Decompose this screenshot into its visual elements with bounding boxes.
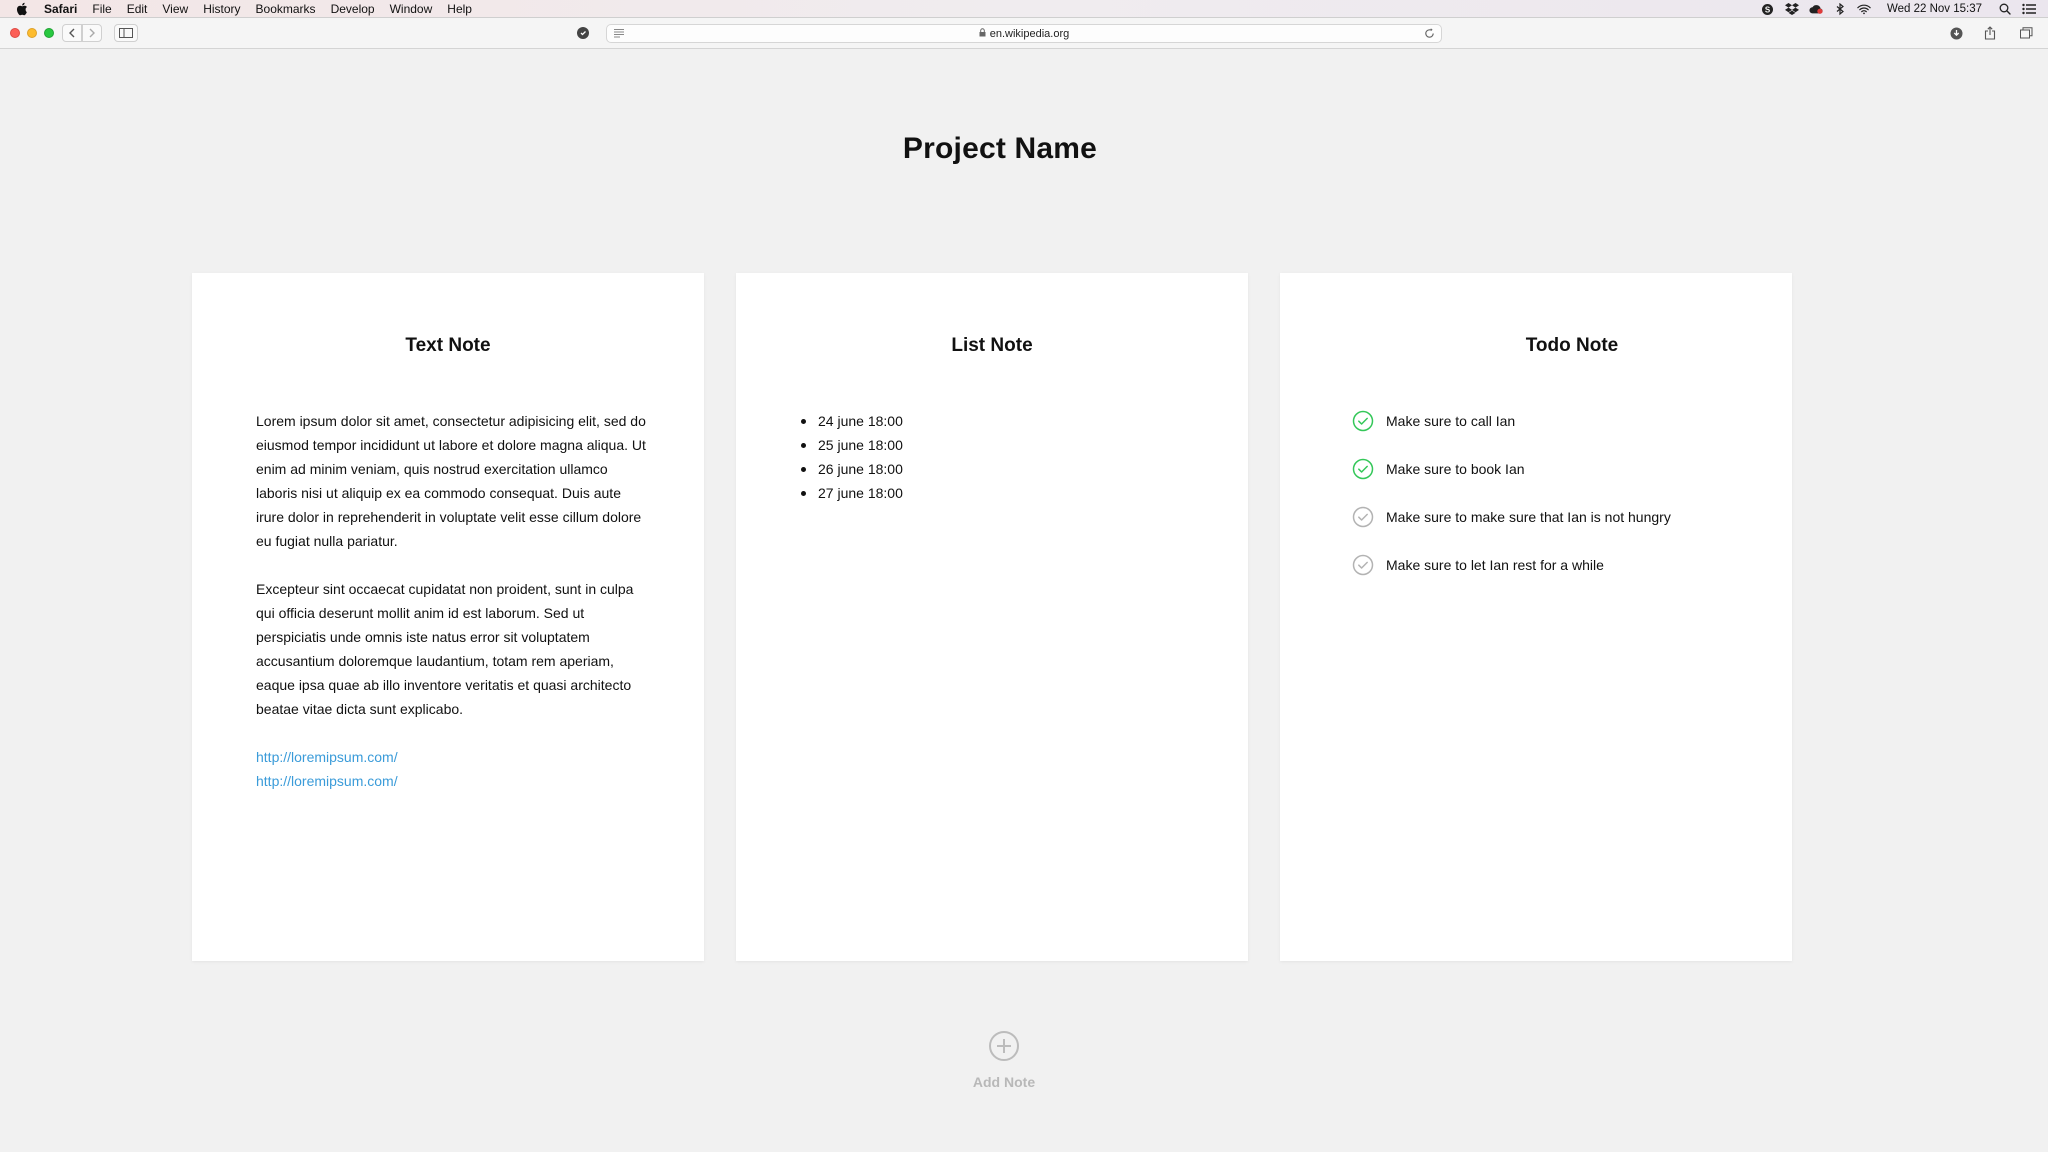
reader-view-icon[interactable] xyxy=(613,28,625,41)
back-button[interactable] xyxy=(62,24,82,42)
menu-history[interactable]: History xyxy=(203,2,240,16)
reload-icon[interactable] xyxy=(1424,28,1435,42)
list-item: 24 june 18:00 xyxy=(800,409,903,433)
forward-button[interactable] xyxy=(82,24,102,42)
menu-develop[interactable]: Develop xyxy=(331,2,375,16)
list-note-title: List Note xyxy=(951,335,1033,356)
dropbox-icon[interactable] xyxy=(1784,2,1799,16)
sidebar-toggle-button[interactable] xyxy=(114,24,138,42)
list-item: 27 june 18:00 xyxy=(800,481,903,505)
skype-icon[interactable]: S xyxy=(1761,2,1775,16)
close-window-button[interactable] xyxy=(10,28,20,38)
menu-help[interactable]: Help xyxy=(447,2,472,16)
todo-note-title: Todo Note xyxy=(1525,335,1619,356)
check-circle-icon[interactable] xyxy=(1352,410,1374,432)
menu-bookmarks[interactable]: Bookmarks xyxy=(256,2,316,16)
text-note-link[interactable]: http://loremipsum.com/ xyxy=(256,769,648,793)
text-note-title: Text Note xyxy=(405,335,491,356)
tabs-icon xyxy=(2019,27,2032,39)
list-item: 26 june 18:00 xyxy=(800,457,903,481)
zoom-window-button[interactable] xyxy=(44,28,54,38)
todo-item: Make sure to let Ian rest for a while xyxy=(1352,553,1671,577)
todo-item-label: Make sure to make sure that Ian is not h… xyxy=(1386,509,1671,525)
add-note-label: Add Note xyxy=(972,1074,1036,1090)
bluetooth-icon[interactable] xyxy=(1833,2,1847,16)
download-icon xyxy=(1950,27,1962,39)
spotlight-search-icon[interactable] xyxy=(1998,2,2012,16)
todo-list: Make sure to call Ian Make sure to book … xyxy=(1352,409,1671,601)
todo-note-card[interactable]: Todo Note Make sure to call Ian Make sur… xyxy=(1280,273,1792,961)
todo-item-label: Make sure to call Ian xyxy=(1386,413,1516,429)
check-circle-icon[interactable] xyxy=(1352,554,1374,576)
plus-circle-icon xyxy=(989,1031,1019,1061)
downloads-button[interactable] xyxy=(1946,24,1966,42)
check-circle-icon[interactable] xyxy=(1352,506,1374,528)
text-note-paragraph: Lorem ipsum dolor sit amet, consectetur … xyxy=(256,413,646,549)
share-button[interactable] xyxy=(1980,24,2000,42)
creative-cloud-icon[interactable] xyxy=(1809,2,1823,16)
todo-item-label: Make sure to let Ian rest for a while xyxy=(1386,557,1604,573)
apple-menu-icon[interactable] xyxy=(16,2,30,16)
svg-text:S: S xyxy=(1765,5,1771,14)
window-controls xyxy=(10,28,54,38)
menu-bar: Safari File Edit View History Bookmarks … xyxy=(0,0,2048,18)
text-note-link[interactable]: http://loremipsum.com/ xyxy=(256,745,648,769)
list-note-items: 24 june 18:00 25 june 18:00 26 june 18:0… xyxy=(800,409,903,505)
browser-toolbar: en.wikipedia.org xyxy=(0,18,2048,49)
wifi-icon[interactable] xyxy=(1857,2,1871,16)
todo-item: Make sure to make sure that Ian is not h… xyxy=(1352,505,1671,529)
tab-overview-button[interactable] xyxy=(2016,24,2036,42)
notification-center-icon[interactable] xyxy=(2022,2,2036,16)
share-icon xyxy=(1984,26,1996,40)
list-note-card[interactable]: List Note 24 june 18:00 25 june 18:00 26… xyxy=(736,273,1248,961)
sidebar-icon xyxy=(119,28,133,38)
text-note-body: Lorem ipsum dolor sit amet, consectetur … xyxy=(256,409,648,793)
menu-file[interactable]: File xyxy=(92,2,111,16)
menubar-clock[interactable]: Wed 22 Nov 15:37 xyxy=(1887,3,1982,15)
todo-item-label: Make sure to book Ian xyxy=(1386,461,1525,477)
address-bar[interactable]: en.wikipedia.org xyxy=(606,24,1442,43)
address-url: en.wikipedia.org xyxy=(989,27,1070,40)
privacy-report-button[interactable] xyxy=(573,24,593,42)
add-note-button[interactable]: Add Note xyxy=(954,1030,1054,1090)
menu-app-safari[interactable]: Safari xyxy=(44,2,77,16)
chevron-right-icon xyxy=(89,28,95,38)
check-circle-icon[interactable] xyxy=(1352,458,1374,480)
lock-icon xyxy=(979,27,986,40)
todo-item: Make sure to book Ian xyxy=(1352,457,1671,481)
chevron-left-icon xyxy=(69,28,75,38)
menu-view[interactable]: View xyxy=(162,2,188,16)
todo-item: Make sure to call Ian xyxy=(1352,409,1671,433)
menu-window[interactable]: Window xyxy=(390,2,433,16)
shield-icon xyxy=(577,27,589,39)
text-note-paragraph: Excepteur sint occaecat cupidatat non pr… xyxy=(256,581,634,717)
page-title: Project Name xyxy=(902,132,1098,165)
text-note-card[interactable]: Text Note Lorem ipsum dolor sit amet, co… xyxy=(192,273,704,961)
list-item: 25 june 18:00 xyxy=(800,433,903,457)
menu-edit[interactable]: Edit xyxy=(127,2,148,16)
minimize-window-button[interactable] xyxy=(27,28,37,38)
